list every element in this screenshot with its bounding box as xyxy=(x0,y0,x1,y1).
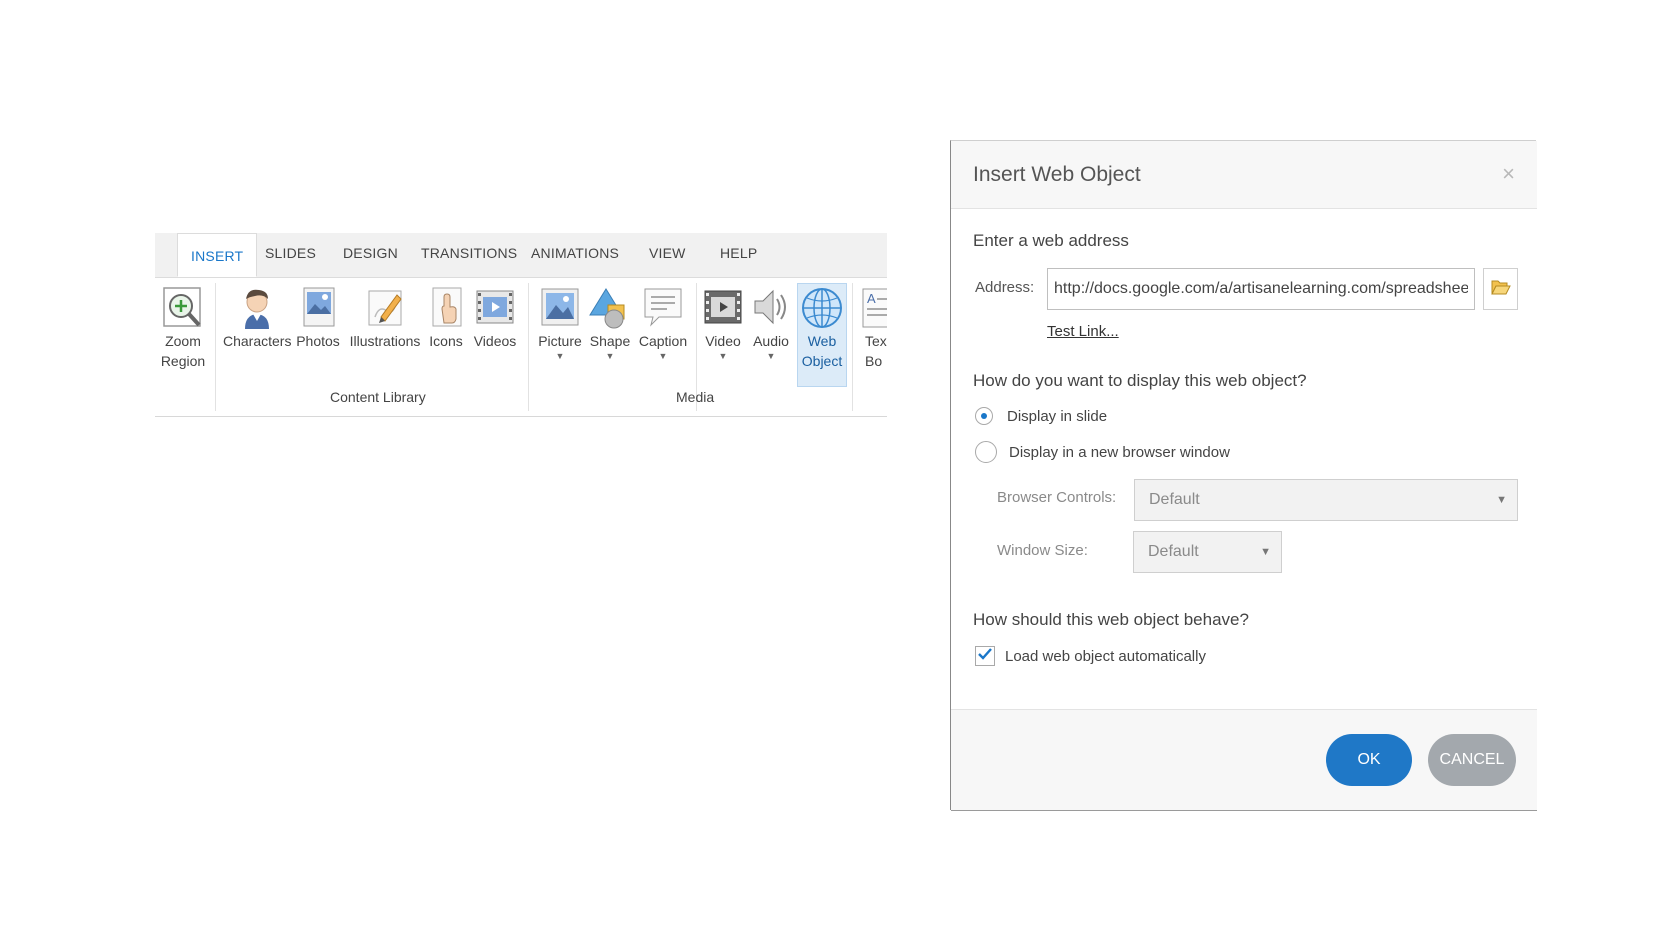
character-icon xyxy=(235,285,279,331)
browser-controls-value: Default xyxy=(1149,491,1200,508)
illustration-icon xyxy=(363,285,407,331)
tab-slides[interactable]: SLIDES xyxy=(265,245,316,261)
zoom-region-button[interactable]: Zoom Region xyxy=(157,285,209,371)
shape-button[interactable]: Shape ▼ xyxy=(587,285,633,361)
zoom-in-icon xyxy=(161,285,205,331)
ribbon-separator xyxy=(215,283,216,411)
audio-button[interactable]: Audio ▼ xyxy=(748,285,794,361)
picture-button[interactable]: Picture ▼ xyxy=(535,285,585,361)
caption-dropdown-arrow[interactable]: ▼ xyxy=(635,351,691,361)
zoom-region-label-line2: Region xyxy=(160,353,206,369)
browser-controls-select[interactable]: Default ▼ xyxy=(1134,479,1518,521)
chevron-down-icon: ▼ xyxy=(1496,494,1507,506)
zoom-region-label-line1: Zoom xyxy=(165,333,201,349)
shape-dropdown-arrow[interactable]: ▼ xyxy=(587,351,633,361)
web-object-label-line2: Object xyxy=(801,353,843,369)
test-link[interactable]: Test Link... xyxy=(1047,323,1119,340)
display-new-window-label: Display in a new browser window xyxy=(1009,443,1230,461)
address-input[interactable] xyxy=(1047,268,1475,310)
svg-text:A: A xyxy=(867,291,876,306)
display-heading: How do you want to display this web obje… xyxy=(973,371,1307,390)
window-size-label: Window Size: xyxy=(997,542,1088,559)
dialog-header: Insert Web Object × xyxy=(951,141,1537,209)
window-size-value: Default xyxy=(1148,543,1199,560)
load-auto-label: Load web object automatically xyxy=(1005,647,1206,665)
globe-icon xyxy=(800,285,844,331)
display-new-window-option[interactable]: Display in a new browser window xyxy=(975,441,1230,463)
ribbon-tab-bar: INSERT SLIDES DESIGN TRANSITIONS ANIMATI… xyxy=(155,233,887,278)
videos-label: Videos xyxy=(473,333,517,349)
illustrations-button[interactable]: Illustrations xyxy=(347,285,423,351)
text-box-icon: A xyxy=(859,285,887,331)
display-new-window-radio[interactable] xyxy=(975,441,997,463)
video-button[interactable]: Video ▼ xyxy=(700,285,746,361)
icons-label: Icons xyxy=(429,333,463,349)
ok-button[interactable]: OK xyxy=(1326,734,1412,786)
ribbon: INSERT SLIDES DESIGN TRANSITIONS ANIMATI… xyxy=(155,233,887,419)
photos-label: Photos xyxy=(296,333,340,349)
display-in-slide-radio[interactable] xyxy=(975,407,993,425)
tab-help[interactable]: HELP xyxy=(720,245,757,261)
web-object-button[interactable]: Web Object xyxy=(797,283,847,387)
content-library-group-label: Content Library xyxy=(330,389,426,405)
behave-heading: How should this web object behave? xyxy=(973,610,1249,629)
icons-button[interactable]: Icons xyxy=(425,285,467,351)
text-box-label-line1: Tex xyxy=(865,333,887,349)
load-auto-option[interactable]: Load web object automatically xyxy=(975,646,1206,666)
tab-transitions[interactable]: TRANSITIONS xyxy=(421,245,517,261)
dialog-title: Insert Web Object xyxy=(973,163,1141,186)
video-icon xyxy=(701,285,745,331)
checkmark-icon xyxy=(977,647,993,666)
audio-label: Audio xyxy=(753,333,789,349)
close-icon[interactable]: × xyxy=(1502,161,1515,187)
text-box-button[interactable]: A Tex Bo xyxy=(859,285,887,371)
picture-dropdown-arrow[interactable]: ▼ xyxy=(535,351,585,361)
ribbon-separator xyxy=(852,283,853,411)
photo-icon xyxy=(296,285,340,331)
characters-button[interactable]: Characters xyxy=(223,285,291,351)
display-in-slide-label: Display in slide xyxy=(1007,407,1108,425)
browse-button[interactable] xyxy=(1483,268,1518,310)
caption-label: Caption xyxy=(638,333,688,349)
address-label: Address: xyxy=(975,279,1035,296)
cancel-button[interactable]: CANCEL xyxy=(1428,734,1516,786)
load-auto-checkbox[interactable] xyxy=(975,646,995,666)
browser-controls-label: Browser Controls: xyxy=(997,489,1117,506)
dialog-footer: OK CANCEL xyxy=(951,709,1537,811)
film-icon xyxy=(473,285,517,331)
audio-dropdown-arrow[interactable]: ▼ xyxy=(748,351,794,361)
characters-label: Characters xyxy=(223,333,292,349)
ribbon-separator xyxy=(528,283,529,411)
web-object-label-line1: Web xyxy=(807,333,837,349)
shape-label: Shape xyxy=(589,333,631,349)
ribbon-bottom-border xyxy=(155,416,887,417)
display-in-slide-option[interactable]: Display in slide xyxy=(975,407,1107,425)
shape-icon xyxy=(588,285,632,331)
chevron-down-icon: ▼ xyxy=(1260,546,1271,558)
insert-web-object-dialog: Insert Web Object × Enter a web address … xyxy=(950,140,1537,811)
video-label: Video xyxy=(705,333,741,349)
hand-pointer-icon xyxy=(425,285,469,331)
web-address-heading: Enter a web address xyxy=(973,231,1129,250)
tab-animations[interactable]: ANIMATIONS xyxy=(531,245,619,261)
text-box-label-line2: Bo xyxy=(865,353,883,369)
picture-icon xyxy=(538,285,582,331)
illustrations-label: Illustrations xyxy=(349,333,421,349)
picture-label: Picture xyxy=(538,333,582,349)
media-group-label: Media xyxy=(676,389,715,405)
folder-open-icon xyxy=(1490,278,1511,301)
caption-button[interactable]: Caption ▼ xyxy=(635,285,691,361)
tab-view[interactable]: VIEW xyxy=(649,245,686,261)
tab-insert[interactable]: INSERT xyxy=(177,233,258,277)
tab-design[interactable]: DESIGN xyxy=(343,245,398,261)
video-dropdown-arrow[interactable]: ▼ xyxy=(700,351,746,361)
window-size-select[interactable]: Default ▼ xyxy=(1133,531,1282,573)
videos-button[interactable]: Videos xyxy=(469,285,521,351)
caption-icon xyxy=(641,285,685,331)
speaker-icon xyxy=(749,285,793,331)
photos-button[interactable]: Photos xyxy=(293,285,343,351)
